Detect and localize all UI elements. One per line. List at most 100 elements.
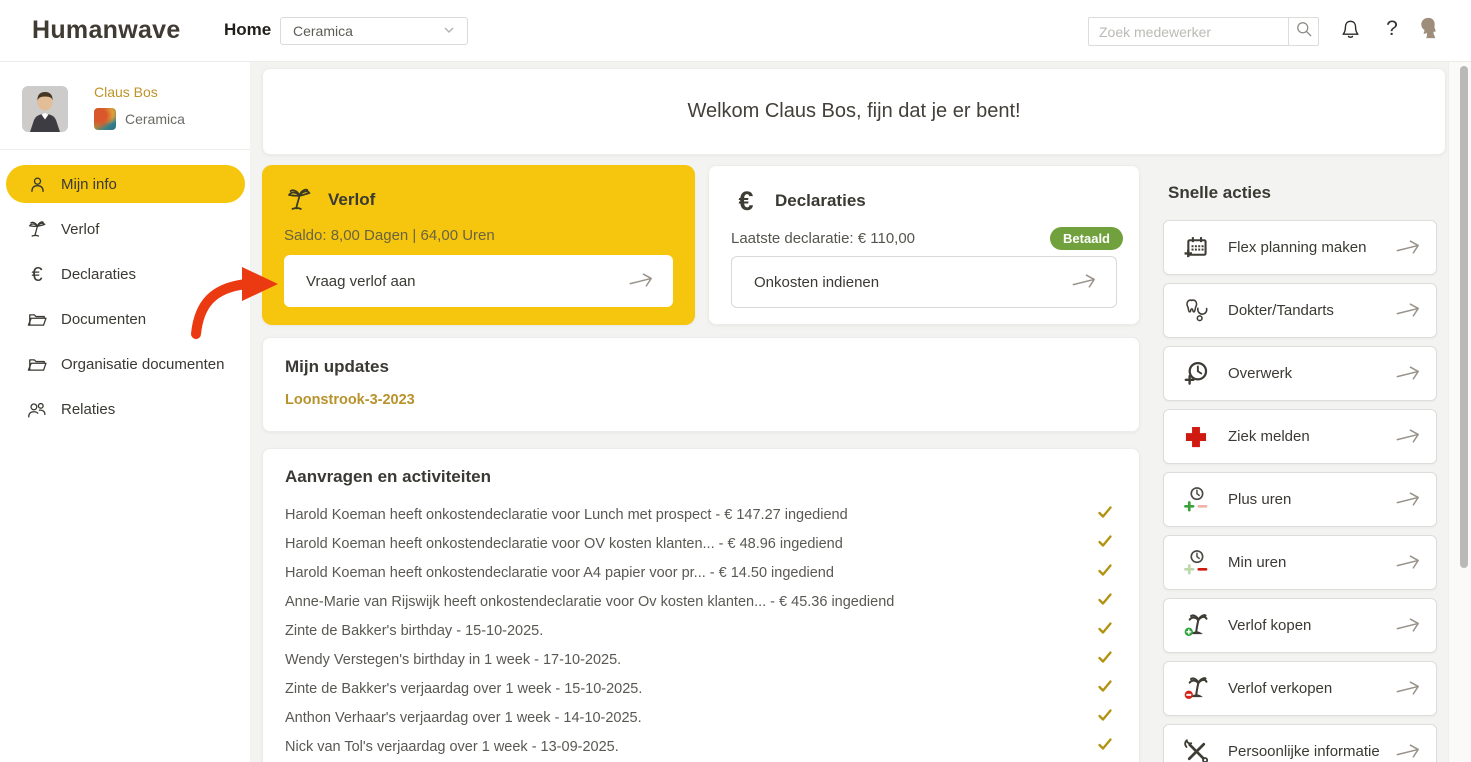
vraag-verlof-aan-button[interactable]: Vraag verlof aan xyxy=(284,255,673,307)
sidebar-item-organisatie-documenten[interactable]: Organisatie documenten xyxy=(0,342,250,387)
onkosten-indienen-label: Onkosten indienen xyxy=(754,273,880,291)
quick-action-flex-planning[interactable]: Flex planning maken xyxy=(1163,220,1437,275)
quick-action-label: Min uren xyxy=(1228,554,1287,571)
sidebar: Claus Bos Ceramica Mijn info Verlof € De… xyxy=(0,62,250,762)
nav-home-link[interactable]: Home xyxy=(224,20,271,40)
clock-plus-icon xyxy=(1181,359,1211,389)
palm-buy-icon xyxy=(1181,611,1211,641)
profile-company: Ceramica xyxy=(94,108,185,130)
activity-row[interactable]: Wendy Verstegen's birthday in 1 week - 1… xyxy=(285,645,1117,674)
check-icon xyxy=(1097,650,1113,669)
sidebar-item-label: Documenten xyxy=(61,311,147,328)
company-select-value: Ceramica xyxy=(293,23,353,39)
sidebar-item-label: Mijn info xyxy=(61,176,117,193)
quick-action-persoonlijke-informatie[interactable]: Persoonlijke informatie xyxy=(1163,724,1437,762)
quick-action-label: Verlof verkopen xyxy=(1228,680,1333,697)
activity-row[interactable]: Harold Koeman heeft onkostendeclaratie v… xyxy=(285,558,1117,587)
euro-icon: € xyxy=(31,263,43,286)
declaraties-card: € Declaraties Laatste declaratie: € 110,… xyxy=(708,165,1140,325)
activity-row[interactable]: Anne-Marie van Rijswijk heeft onkostende… xyxy=(285,587,1117,616)
sidebar-item-declaraties[interactable]: € Declaraties xyxy=(0,252,250,297)
updates-card-title: Mijn updates xyxy=(285,357,389,376)
activity-row[interactable]: Harold Koeman heeft onkostendeclaratie v… xyxy=(285,500,1117,529)
loonstrook-link[interactable]: Loonstrook-3-2023 xyxy=(285,392,415,408)
red-cross-icon xyxy=(1181,422,1211,452)
arrow-right-icon xyxy=(625,268,657,294)
check-icon xyxy=(1097,621,1113,640)
activities-list: Harold Koeman heeft onkostendeclaratie v… xyxy=(285,500,1117,762)
sidebar-item-relaties[interactable]: Relaties xyxy=(0,387,250,432)
quick-action-overwerk[interactable]: Overwerk xyxy=(1163,346,1437,401)
person-icon xyxy=(26,174,48,196)
people-icon xyxy=(26,399,48,421)
quick-action-label: Persoonlijke informatie xyxy=(1228,743,1380,760)
company-logo xyxy=(94,108,116,130)
check-icon xyxy=(1097,708,1113,727)
onkosten-indienen-button[interactable]: Onkosten indienen xyxy=(731,256,1117,308)
quick-action-ziek-melden[interactable]: Ziek melden xyxy=(1163,409,1437,464)
activity-text: Anne-Marie van Rijswijk heeft onkostende… xyxy=(285,593,895,610)
activity-text: Harold Koeman heeft onkostendeclaratie v… xyxy=(285,506,848,523)
activity-text: Harold Koeman heeft onkostendeclaratie v… xyxy=(285,564,834,581)
verlof-card: Verlof Saldo: 8,00 Dagen | 64,00 Uren Vr… xyxy=(262,165,695,325)
arrow-right-icon xyxy=(1392,423,1424,449)
folder-icon xyxy=(26,309,48,331)
palm-sell-icon xyxy=(1181,674,1211,704)
check-icon xyxy=(1097,563,1113,582)
euro-icon: € xyxy=(738,185,754,216)
check-icon xyxy=(1097,737,1113,756)
calendar-plus-icon xyxy=(1181,233,1211,263)
activity-text: Zinte de Bakker's birthday - 15-10-2025. xyxy=(285,622,544,639)
check-icon xyxy=(1097,534,1113,553)
profile-company-label: Ceramica xyxy=(125,111,185,127)
activity-text: Harold Koeman heeft onkostendeclaratie v… xyxy=(285,535,843,552)
quick-action-verlof-kopen[interactable]: Verlof kopen xyxy=(1163,598,1437,653)
activity-row[interactable]: Anthon Verhaar's verjaardag over 1 week … xyxy=(285,703,1117,732)
activity-text: Wendy Verstegen's birthday in 1 week - 1… xyxy=(285,651,622,668)
sidebar-item-label: Relaties xyxy=(61,401,116,418)
activity-row[interactable]: Zinte de Bakker's verjaardag over 1 week… xyxy=(285,674,1117,703)
sidebar-item-verlof[interactable]: Verlof xyxy=(0,207,250,252)
account-menu-button[interactable] xyxy=(1417,17,1443,43)
arrow-right-icon xyxy=(1392,234,1424,260)
quick-action-verlof-verkopen[interactable]: Verlof verkopen xyxy=(1163,661,1437,716)
profile-photo[interactable] xyxy=(22,86,68,132)
bell-icon xyxy=(1338,17,1363,47)
page-scrollbar-thumb[interactable] xyxy=(1460,66,1468,568)
updates-card: Mijn updates Loonstrook-3-2023 xyxy=(262,337,1140,432)
arrow-right-icon xyxy=(1392,297,1424,323)
quick-action-dokter-tandarts[interactable]: Dokter/Tandarts xyxy=(1163,283,1437,338)
arrow-right-icon xyxy=(1392,549,1424,575)
company-select[interactable]: Ceramica xyxy=(280,17,468,45)
palm-icon xyxy=(284,185,314,215)
check-icon xyxy=(1097,505,1113,524)
profile-name[interactable]: Claus Bos xyxy=(94,84,158,100)
quick-action-min-uren[interactable]: Min uren xyxy=(1163,535,1437,590)
activity-text: Zinte de Bakker's verjaardag over 1 week… xyxy=(285,680,643,697)
sidebar-item-mijn-info[interactable]: Mijn info xyxy=(0,162,250,207)
activity-row[interactable]: Harold Koeman heeft onkostendeclaratie v… xyxy=(285,529,1117,558)
arrow-right-icon xyxy=(1392,612,1424,638)
activities-card: Aanvragen en activiteiten Harold Koeman … xyxy=(262,448,1140,762)
palm-icon xyxy=(26,219,48,241)
employee-search xyxy=(1088,17,1319,46)
humanwave-logo: Humanwave xyxy=(32,16,181,44)
help-button[interactable]: ? xyxy=(1381,17,1403,41)
activity-row[interactable]: Nick van Tol's verjaardag over 1 week - … xyxy=(285,732,1117,761)
search-input[interactable] xyxy=(1088,17,1288,46)
notifications-button[interactable] xyxy=(1337,19,1363,45)
arrow-right-icon xyxy=(1392,360,1424,386)
quick-action-label: Verlof kopen xyxy=(1228,617,1312,634)
activity-text: Anthon Verhaar's verjaardag over 1 week … xyxy=(285,709,642,726)
declaraties-card-title: Declaraties xyxy=(775,191,866,210)
quick-action-label: Ziek melden xyxy=(1228,428,1310,445)
search-icon xyxy=(1294,19,1314,44)
quick-action-label: Overwerk xyxy=(1228,365,1293,382)
arrow-right-icon xyxy=(1392,738,1424,762)
sidebar-item-documenten[interactable]: Documenten xyxy=(0,297,250,342)
top-navbar: Humanwave Home Ceramica ? xyxy=(0,0,1471,62)
search-button[interactable] xyxy=(1288,17,1319,46)
user-avatar-icon xyxy=(1417,15,1443,46)
activity-row[interactable]: Zinte de Bakker's birthday - 15-10-2025. xyxy=(285,616,1117,645)
quick-action-plus-uren[interactable]: Plus uren xyxy=(1163,472,1437,527)
